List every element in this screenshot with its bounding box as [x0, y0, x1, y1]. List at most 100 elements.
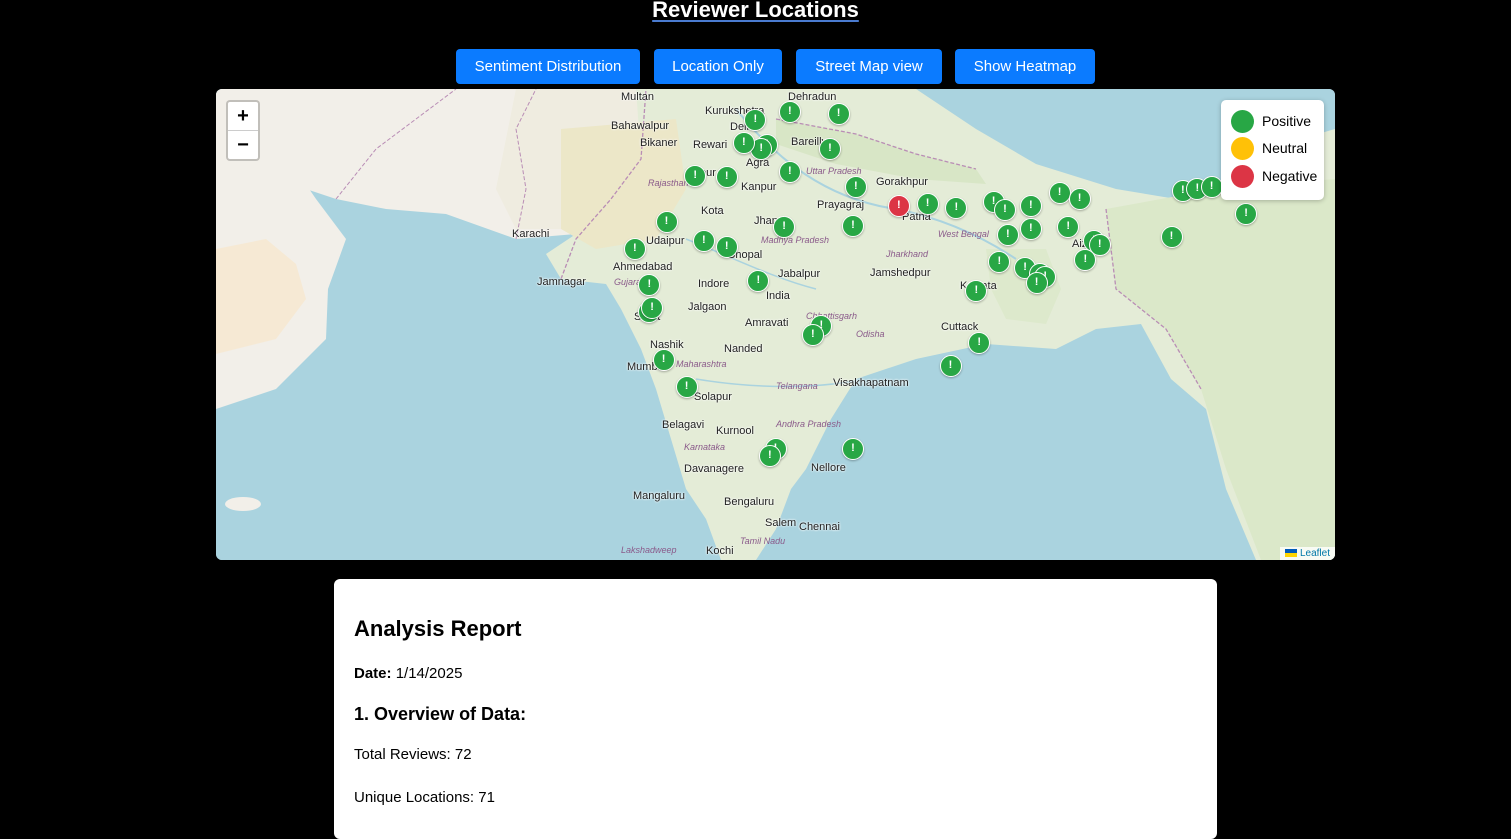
city-label: Kurnool — [716, 425, 754, 437]
ukraine-flag-icon — [1284, 549, 1297, 558]
reviewer-map[interactable]: Dehradun Kurukshetra Delhi Bikaner Rewari Bar… — [216, 89, 1335, 560]
city-label: Visakhapatnam — [833, 377, 909, 389]
city-label: Kochi — [706, 545, 734, 557]
city-label: Nellore — [811, 462, 846, 474]
region-label: Karnataka — [684, 442, 726, 452]
review-marker-positive[interactable]: ! — [844, 176, 867, 198]
map-attribution: Leaflet — [1279, 547, 1335, 560]
city-label: Nanded — [724, 343, 763, 355]
date-label: Date: — [354, 665, 392, 682]
review-marker-positive[interactable]: ! — [758, 445, 781, 468]
review-marker-positive[interactable]: ! — [1235, 203, 1258, 225]
legend-label: Neutral — [1262, 140, 1308, 156]
neutral-dot-icon — [1231, 137, 1254, 160]
region-label: West Bengal — [938, 229, 989, 239]
city-label: Jalgaon — [688, 301, 727, 313]
analysis-report: Analysis Report Date: 1/14/2025 1. Overv… — [334, 579, 1217, 839]
review-marker-positive[interactable]: ! — [715, 166, 738, 189]
city-label: Bikaner — [640, 137, 678, 149]
total-reviews: Total Reviews: 72 — [354, 746, 472, 763]
region-label: Madhya Pradesh — [761, 235, 830, 245]
city-label: India — [766, 290, 790, 302]
region-label: Telangana — [776, 381, 818, 391]
legend-label: Positive — [1262, 113, 1312, 129]
review-marker-positive[interactable]: ! — [842, 437, 864, 460]
city-label: Bengaluru — [724, 496, 775, 508]
region-label: Uttar Pradesh — [806, 166, 862, 176]
review-marker-positive[interactable]: ! — [732, 131, 755, 154]
review-marker-positive[interactable]: ! — [827, 103, 850, 125]
review-marker-positive[interactable]: ! — [778, 101, 801, 124]
leaflet-link[interactable]: Leaflet — [1300, 548, 1330, 559]
date-value: 1/14/2025 — [395, 665, 463, 682]
review-marker-positive[interactable]: ! — [968, 331, 991, 354]
review-marker-positive[interactable]: ! — [652, 349, 675, 372]
city-label: Dehradun — [788, 91, 837, 103]
city-label: Salem — [765, 517, 797, 529]
city-label: Kota — [701, 205, 724, 217]
review-marker-positive[interactable]: ! — [1160, 226, 1183, 248]
review-marker-positive[interactable]: ! — [692, 229, 715, 252]
positive-dot-icon — [1231, 110, 1254, 133]
review-marker-positive[interactable]: ! — [778, 160, 801, 183]
city-label: Chennai — [799, 521, 840, 533]
region-label: Maharashtra — [676, 359, 727, 369]
city-label: Udaipur — [646, 235, 685, 247]
city-label: Prayagraj — [817, 199, 865, 211]
page-title: Reviewer Locations — [652, 0, 859, 22]
review-marker-positive[interactable]: ! — [916, 193, 939, 216]
zoom-out-button[interactable]: − — [228, 130, 258, 159]
region-label: Jharkhand — [886, 249, 929, 259]
unique-locations: Unique Locations: 71 — [354, 789, 495, 806]
city-label: Gorakhpur — [876, 176, 928, 188]
review-marker-positive[interactable]: ! — [994, 199, 1016, 222]
review-marker-positive[interactable]: ! — [842, 214, 864, 237]
review-marker-positive[interactable]: ! — [1025, 272, 1048, 295]
review-marker-positive[interactable]: ! — [801, 324, 824, 347]
report-title: Analysis Report — [354, 616, 522, 641]
city-label: Davanagere — [684, 463, 744, 475]
sentiment-distribution-button[interactable]: Sentiment Distribution — [456, 49, 640, 84]
city-label: Kanpur — [741, 181, 777, 193]
legend-label: Negative — [1262, 168, 1318, 184]
city-label: Solapur — [694, 391, 732, 403]
city-label: Ahmedabad — [613, 261, 673, 273]
sentiment-legend: Positive Neutral Negative — [1221, 100, 1324, 200]
review-marker-positive[interactable]: ! — [996, 224, 1019, 247]
region-label: Andhra Pradesh — [776, 419, 842, 429]
review-marker-positive[interactable]: ! — [819, 137, 841, 160]
location-only-button[interactable]: Location Only — [654, 49, 782, 84]
region-label: Tamil Nadu — [740, 536, 786, 546]
region-label: Odisha — [856, 329, 885, 339]
city-label: Bahawalpur — [611, 120, 670, 132]
zoom-control: + − — [226, 100, 260, 161]
review-marker-positive[interactable]: ! — [1048, 181, 1071, 204]
city-label: Cuttack — [941, 321, 979, 333]
city-label: Multan — [621, 91, 655, 103]
region-label: Rajasthan — [648, 178, 689, 188]
review-marker-positive[interactable]: ! — [1068, 187, 1091, 210]
review-marker-positive[interactable]: ! — [655, 210, 678, 233]
city-label: Jamnagar — [537, 276, 586, 288]
review-marker-positive[interactable]: ! — [1200, 176, 1223, 198]
city-label: Mangaluru — [633, 490, 685, 502]
review-marker-positive[interactable]: ! — [623, 237, 646, 260]
review-marker-positive[interactable]: ! — [715, 235, 738, 258]
city-label: Belagavi — [662, 419, 705, 431]
zoom-in-button[interactable]: + — [228, 102, 258, 130]
show-heatmap-button[interactable]: Show Heatmap — [955, 49, 1095, 84]
review-marker-positive[interactable]: ! — [939, 354, 962, 377]
city-label: Rewari — [693, 139, 728, 151]
street-map-view-button[interactable]: Street Map view — [796, 49, 942, 84]
city-label: Indore — [698, 278, 730, 290]
region-label: Lakshadweep — [621, 545, 677, 555]
city-label: Jamshedpur — [870, 267, 931, 279]
city-label: Amravati — [745, 317, 789, 329]
city-label: Karachi — [512, 228, 550, 240]
overview-heading: 1. Overview of Data: — [354, 704, 527, 724]
negative-dot-icon — [1231, 165, 1254, 188]
review-marker-positive[interactable]: ! — [684, 164, 707, 187]
report-date: Date: 1/14/2025 — [354, 665, 462, 682]
city-label: Jabalpur — [778, 268, 821, 280]
review-marker-positive[interactable]: ! — [675, 376, 698, 398]
